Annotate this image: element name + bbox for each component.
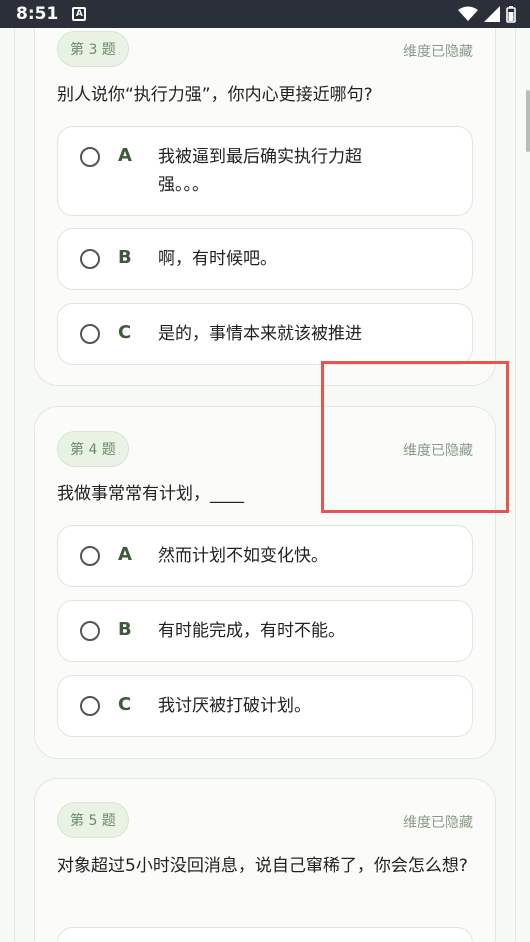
question-text: 对象超过5小时没回消息，说自己窜稀了，你会怎么想? — [57, 856, 468, 876]
option-letter: A — [118, 145, 132, 166]
option-c[interactable]: C 是的，事情本来就该被推进 — [57, 303, 473, 365]
status-bar: 8:51 A — [0, 0, 530, 28]
question-number-tag: 第 3 题 — [57, 31, 129, 67]
question-text: 别人说你“执行力强”，你内心更接近哪句? — [57, 85, 373, 105]
option-a[interactable]: A 然而计划不如变化快。 — [57, 525, 473, 587]
dimension-hidden-label: 维度已隐藏 — [403, 44, 473, 60]
option-b[interactable]: B 啊，有时候吧。 — [57, 228, 473, 290]
radio-icon[interactable] — [80, 249, 100, 269]
scrollbar-thumb[interactable] — [526, 90, 530, 152]
question-number-tag: 第 4 题 — [57, 431, 129, 467]
dimension-hidden-label: 维度已隐藏 — [403, 815, 473, 831]
option-text: 我被逼到最后确实执行力超强。。。 — [158, 147, 362, 195]
option-letter: C — [118, 322, 132, 343]
option-text: 我讨厌被打破计划。 — [158, 696, 311, 716]
option-text: 啊，有时候吧。 — [158, 249, 277, 269]
signal-icon — [484, 6, 500, 22]
option-text: 然而计划不如变化快。 — [158, 546, 328, 566]
question-number-tag: 第 5 题 — [57, 802, 129, 838]
radio-icon[interactable] — [80, 621, 100, 641]
radio-icon[interactable] — [80, 696, 100, 716]
option-text: 有时能完成，有时不能。 — [158, 621, 345, 641]
option-letter: B — [118, 619, 132, 640]
option-b[interactable]: B 有时能完成，有时不能。 — [57, 600, 473, 662]
radio-icon[interactable] — [80, 324, 100, 344]
radio-icon[interactable] — [80, 147, 100, 167]
status-icons — [458, 5, 516, 23]
wifi-icon — [458, 6, 478, 21]
option-letter: B — [118, 247, 132, 268]
highlight-box — [321, 361, 509, 513]
quiz-page[interactable]: 第 3 题 维度已隐藏 别人说你“执行力强”，你内心更接近哪句? A 我被逼到最… — [0, 28, 530, 942]
question-card: 第 3 题 维度已隐藏 别人说你“执行力强”，你内心更接近哪句? A 我被逼到最… — [34, 28, 496, 386]
option-letter: C — [118, 694, 132, 715]
option-c[interactable]: C 我讨厌被打破计划。 — [57, 675, 473, 737]
option-a[interactable] — [57, 927, 473, 942]
question-card: 第 5 题 维度已隐藏 对象超过5小时没回消息，说自己窜稀了，你会怎么想? — [34, 778, 496, 942]
radio-icon[interactable] — [80, 546, 100, 566]
option-letter: A — [118, 544, 132, 565]
notification-icon: A — [72, 7, 87, 21]
battery-icon — [506, 5, 516, 23]
option-a[interactable]: A 我被逼到最后确实执行力超强。。。 — [57, 126, 473, 216]
option-text: 是的，事情本来就该被推进 — [158, 324, 362, 344]
status-time: 8:51 — [16, 4, 59, 24]
